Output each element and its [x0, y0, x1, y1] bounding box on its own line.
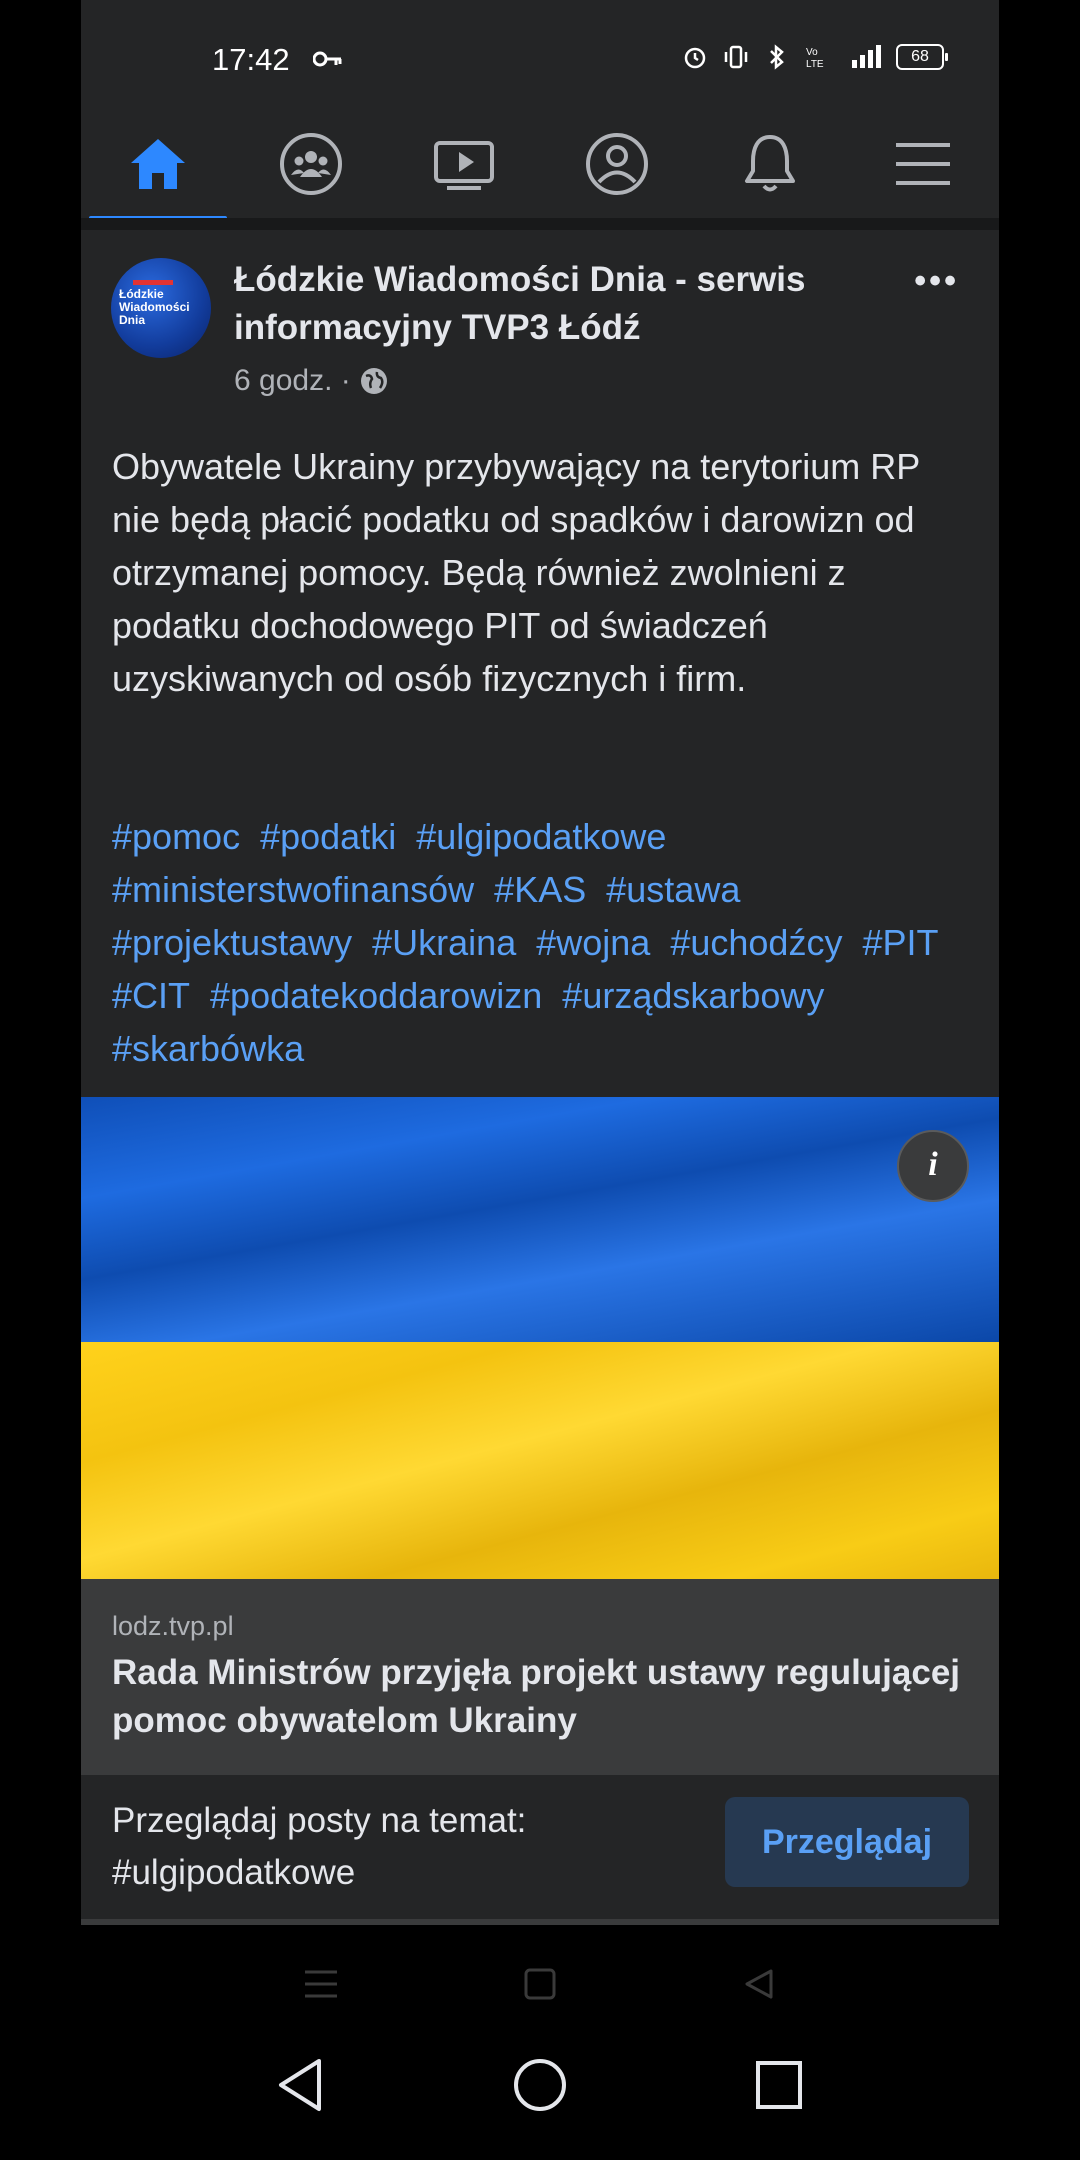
feed-separator: [81, 218, 999, 230]
tab-home[interactable]: [81, 110, 234, 221]
page-name[interactable]: Łódzkie Wiadomości Dnia - serwis informa…: [234, 256, 874, 352]
info-icon[interactable]: i: [897, 1130, 969, 1202]
faint-app-nav: [0, 1925, 1080, 2045]
browse-topic-text: Przeglądaj posty na temat: #ulgipodatkow…: [112, 1801, 527, 1892]
hashtag-link[interactable]: #ulgipodatkowe: [416, 816, 666, 857]
post-meta: 6 godz. ·: [234, 364, 389, 398]
status-icons: Vo LTE 68: [682, 44, 948, 70]
vibrate-icon: [724, 45, 748, 69]
avatar[interactable]: Łódzkie Wiadomości Dnia: [111, 258, 211, 358]
watch-icon: [433, 141, 494, 190]
link-domain: lodz.tvp.pl: [112, 1611, 234, 1641]
svg-text:LTE: LTE: [806, 59, 824, 70]
tab-notifications[interactable]: [693, 110, 846, 218]
tab-profile[interactable]: [540, 110, 693, 218]
link-preview[interactable]: lodz.tvp.pl Rada Ministrów przyjęła proj…: [81, 1579, 999, 1775]
menu-icon: [895, 143, 950, 185]
hashtag-link[interactable]: #ustawa: [606, 869, 740, 910]
svg-text:Vo: Vo: [806, 47, 818, 58]
hashtag-link[interactable]: #urządskarbowy: [562, 975, 824, 1016]
hashtag-link[interactable]: #pomoc: [112, 816, 240, 857]
signal-icon: [852, 45, 881, 68]
hashtag-link[interactable]: #Ukraina: [372, 922, 516, 963]
hashtag-link[interactable]: #wojna: [536, 922, 650, 963]
hashtag-link[interactable]: #uchodźcy: [670, 922, 842, 963]
flag-yellow-stripe: [81, 1342, 999, 1579]
home-icon: [130, 139, 185, 189]
flag-blue-stripe: [81, 1097, 999, 1342]
hashtag-link[interactable]: #ministerstwofinansów: [112, 869, 474, 910]
hashtag-link[interactable]: #podatki: [260, 816, 396, 857]
bluetooth-icon: [770, 44, 784, 70]
hashtags: #pomoc #podatki #ulgipodatkowe #minister…: [112, 810, 972, 1075]
alarm-icon: [684, 47, 706, 69]
hashtag-link[interactable]: #CIT: [112, 975, 190, 1016]
post-time: 6 godz. ·: [234, 364, 351, 397]
hashtag-link[interactable]: #podatekoddarowizn: [210, 975, 542, 1016]
link-title: Rada Ministrów przyjęła projekt ustawy r…: [112, 1653, 961, 1740]
notifications-icon: [744, 135, 795, 192]
facebook-app: 17:42 Vo LTE 68 Łódzkie Wiadomości Dnia …: [81, 0, 999, 1925]
top-nav: [81, 110, 999, 221]
recents-square-icon[interactable]: [754, 2057, 804, 2113]
home-circle-icon[interactable]: [512, 2057, 568, 2113]
link-image-ukraine-flag[interactable]: i: [81, 1097, 999, 1579]
tab-groups[interactable]: [234, 110, 387, 218]
volte-icon: VoLTE: [806, 47, 824, 70]
status-bar: 17:42 Vo LTE 68: [81, 0, 999, 110]
profile-icon: [585, 133, 648, 195]
key-icon: [313, 51, 342, 67]
hashtag-link[interactable]: #projektustawy: [112, 922, 352, 963]
tab-menu[interactable]: [846, 110, 999, 218]
back-icon[interactable]: [275, 2057, 325, 2113]
avatar-logo-bar: [133, 280, 173, 285]
globe-icon: [360, 368, 387, 394]
battery-icon: 68: [896, 44, 948, 70]
hashtag-link[interactable]: #KAS: [494, 869, 586, 910]
menu-icon[interactable]: [303, 1967, 339, 2001]
browse-topic-row: Przeglądaj posty na temat: #ulgipodatkow…: [81, 1775, 999, 1919]
system-nav-bar: [0, 2045, 1080, 2160]
home-square-icon[interactable]: [523, 1967, 557, 2001]
clock: 17:42: [212, 42, 290, 77]
hashtag-link[interactable]: #PIT: [862, 922, 938, 963]
more-options-button[interactable]: •••: [914, 262, 959, 301]
groups-icon: [279, 133, 342, 195]
tab-watch[interactable]: [387, 110, 540, 218]
hashtag-link[interactable]: #skarbówka: [112, 1028, 304, 1069]
post-body: Obywatele Ukrainy przybywający na teryto…: [112, 446, 920, 699]
back-icon[interactable]: [742, 1967, 776, 2001]
avatar-text: Łódzkie Wiadomości Dnia: [119, 287, 190, 327]
browse-button[interactable]: Przeglądaj: [725, 1797, 969, 1887]
